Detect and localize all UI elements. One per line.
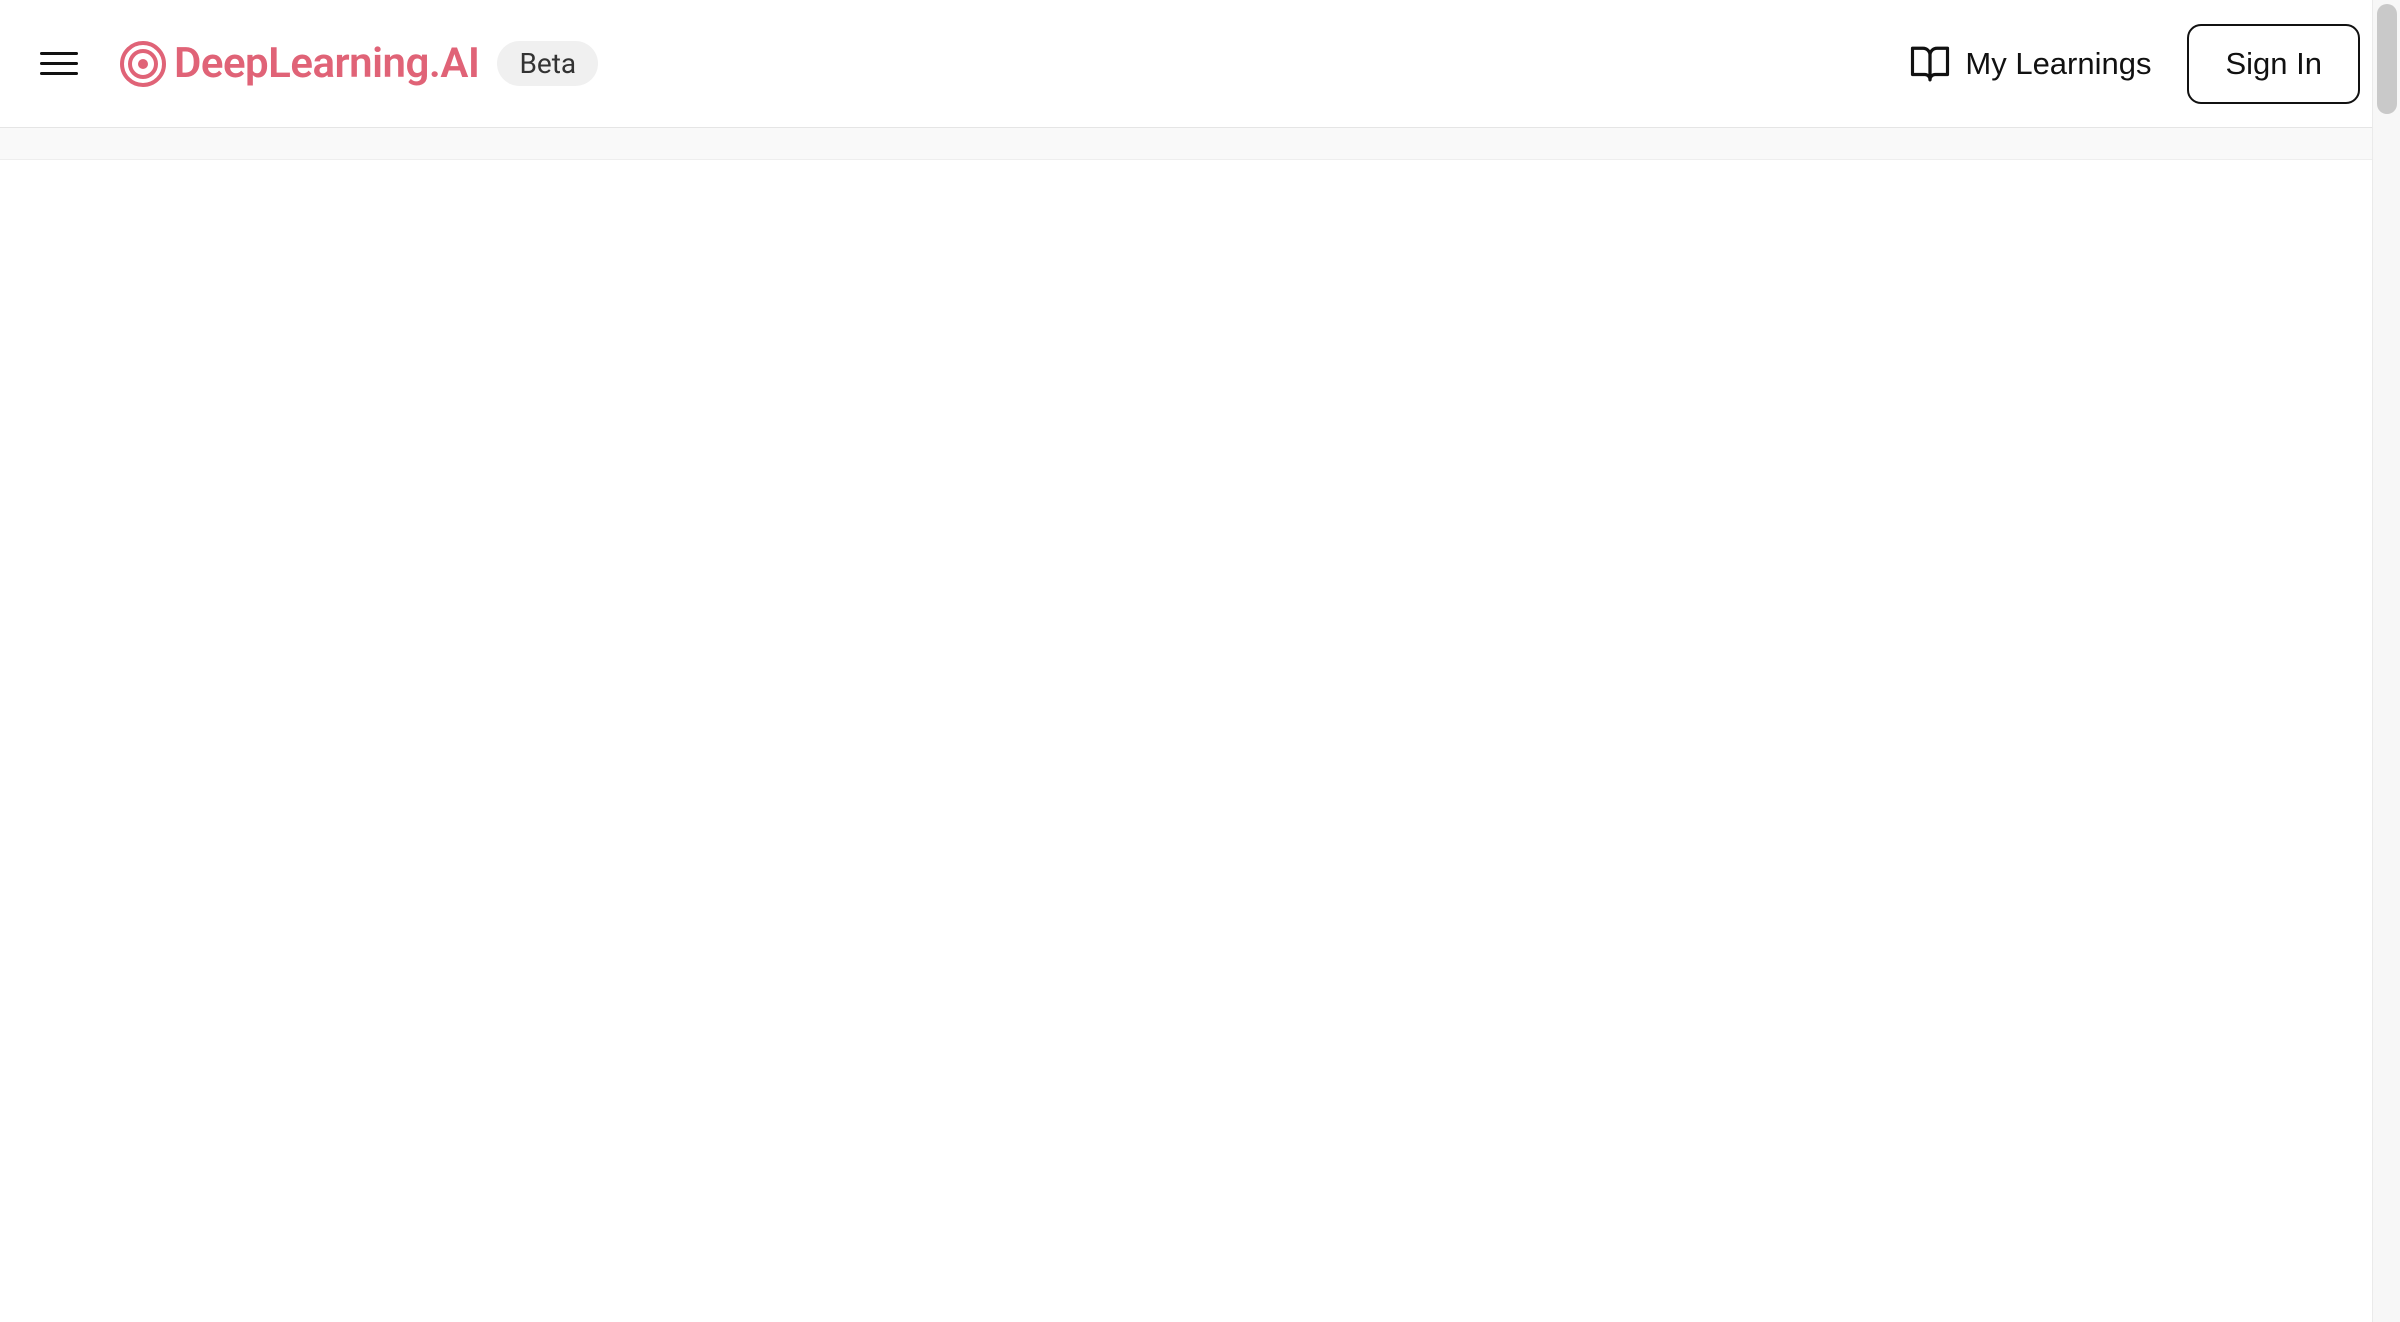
book-icon — [1909, 43, 1951, 85]
hamburger-icon — [40, 52, 78, 55]
my-learnings-label: My Learnings — [1965, 46, 2151, 82]
hamburger-icon — [40, 62, 78, 65]
logo-group: DeepLearning.AI Beta — [120, 39, 598, 88]
sign-in-button[interactable]: Sign In — [2187, 24, 2360, 104]
hamburger-icon — [40, 72, 78, 75]
header-right-group: My Learnings Sign In — [1909, 24, 2360, 104]
beta-badge: Beta — [497, 41, 598, 86]
sub-header-band — [0, 128, 2400, 160]
scrollbar-track[interactable] — [2372, 0, 2400, 1322]
menu-button[interactable] — [40, 44, 80, 84]
brand-logo-link[interactable]: DeepLearning.AI — [120, 39, 479, 88]
my-learnings-link[interactable]: My Learnings — [1909, 43, 2151, 85]
scrollbar-thumb[interactable] — [2377, 4, 2397, 114]
site-header: DeepLearning.AI Beta My Learnings Sign I… — [0, 0, 2400, 128]
main-content — [0, 160, 2400, 1322]
brand-logo-text: DeepLearning.AI — [174, 39, 479, 88]
header-left-group: DeepLearning.AI Beta — [40, 39, 598, 88]
brand-logo-icon — [120, 41, 166, 87]
